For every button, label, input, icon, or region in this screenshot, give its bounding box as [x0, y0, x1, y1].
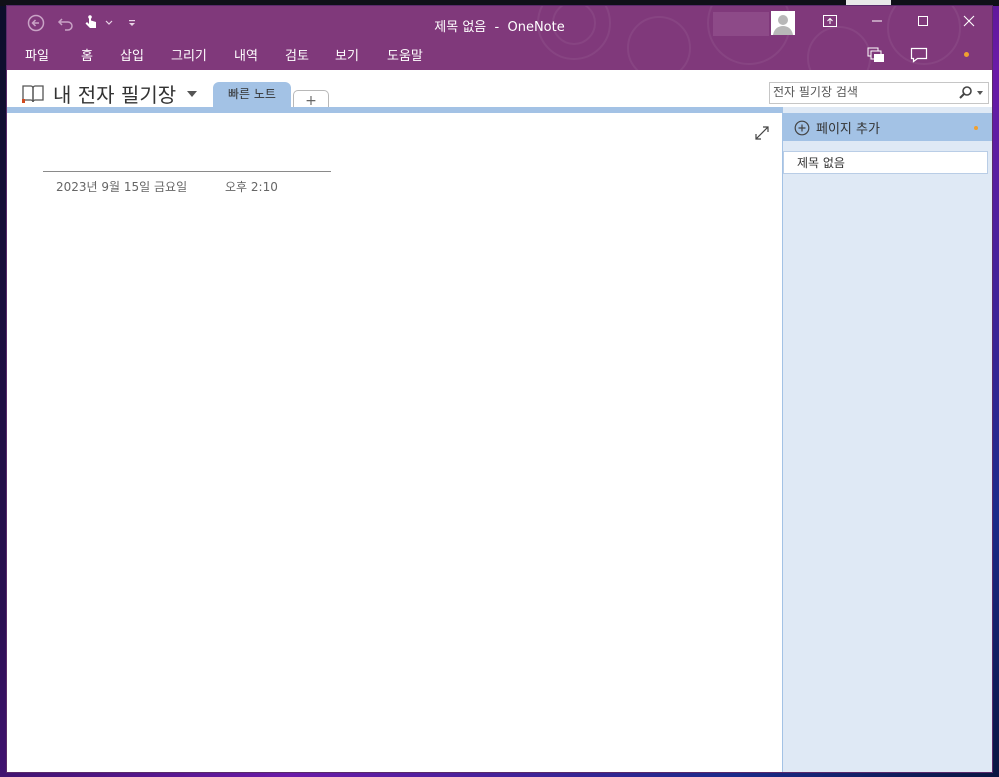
add-page-button[interactable]: 페이지 추가 — [783, 113, 992, 141]
ribbon-menu: 파일 홈 삽입 그리기 내역 검토 보기 도움말 — [7, 44, 992, 66]
notebook-name[interactable]: 내 전자 필기장 — [53, 79, 176, 108]
search-icon[interactable] — [958, 85, 974, 101]
page-canvas[interactable]: 2023년 9월 15일 금요일 오후 2:10 — [7, 113, 782, 772]
avatar[interactable] — [771, 11, 795, 35]
notebook-search — [769, 82, 989, 104]
multi-window-icon[interactable] — [865, 46, 887, 64]
minimize-icon[interactable] — [861, 10, 893, 32]
maximize-icon[interactable] — [907, 10, 939, 32]
onenote-window: 제목 없음 - OneNote 파일 홈 삽입 그리기 내역 검토 보기 도움말 — [7, 6, 992, 772]
add-page-label: 페이지 추가 — [816, 122, 880, 137]
menu-help[interactable]: 도움말 — [387, 45, 423, 64]
search-scope-dropdown-icon[interactable] — [977, 91, 983, 95]
add-page-indicator — [974, 126, 978, 130]
page-date: 2023년 9월 15일 금요일 — [56, 180, 188, 194]
ribbon-display-icon[interactable] — [814, 10, 846, 32]
expand-icon[interactable] — [754, 125, 770, 141]
menu-review[interactable]: 검토 — [285, 45, 309, 64]
notebook-icon — [21, 84, 45, 104]
menu-history[interactable]: 내역 — [234, 45, 258, 64]
notification-dot — [964, 52, 969, 57]
title-ribbon-bar: 제목 없음 - OneNote 파일 홈 삽입 그리기 내역 검토 보기 도움말 — [7, 6, 992, 90]
comment-icon[interactable] — [908, 46, 930, 64]
page-item-title: 제목 없음 — [797, 156, 845, 170]
list-item[interactable]: 제목 없음 — [783, 151, 988, 174]
menu-file[interactable]: 파일 — [25, 45, 49, 64]
menu-draw[interactable]: 그리기 — [171, 45, 207, 64]
page-time: 오후 2:10 — [225, 180, 278, 194]
page-list-panel: 페이지 추가 제목 없음 — [782, 107, 992, 772]
add-page-icon — [794, 120, 810, 136]
menu-home[interactable]: 홈 — [81, 45, 93, 64]
menu-view[interactable]: 보기 — [335, 45, 359, 64]
close-icon[interactable] — [953, 10, 985, 32]
account-name-box[interactable] — [713, 12, 769, 36]
search-input[interactable] — [773, 84, 953, 100]
page-title-line[interactable] — [43, 171, 331, 172]
title-app: OneNote — [507, 20, 565, 35]
menu-insert[interactable]: 삽입 — [120, 45, 144, 64]
notebook-dropdown-icon[interactable] — [187, 91, 197, 97]
title-document: 제목 없음 — [434, 20, 487, 35]
